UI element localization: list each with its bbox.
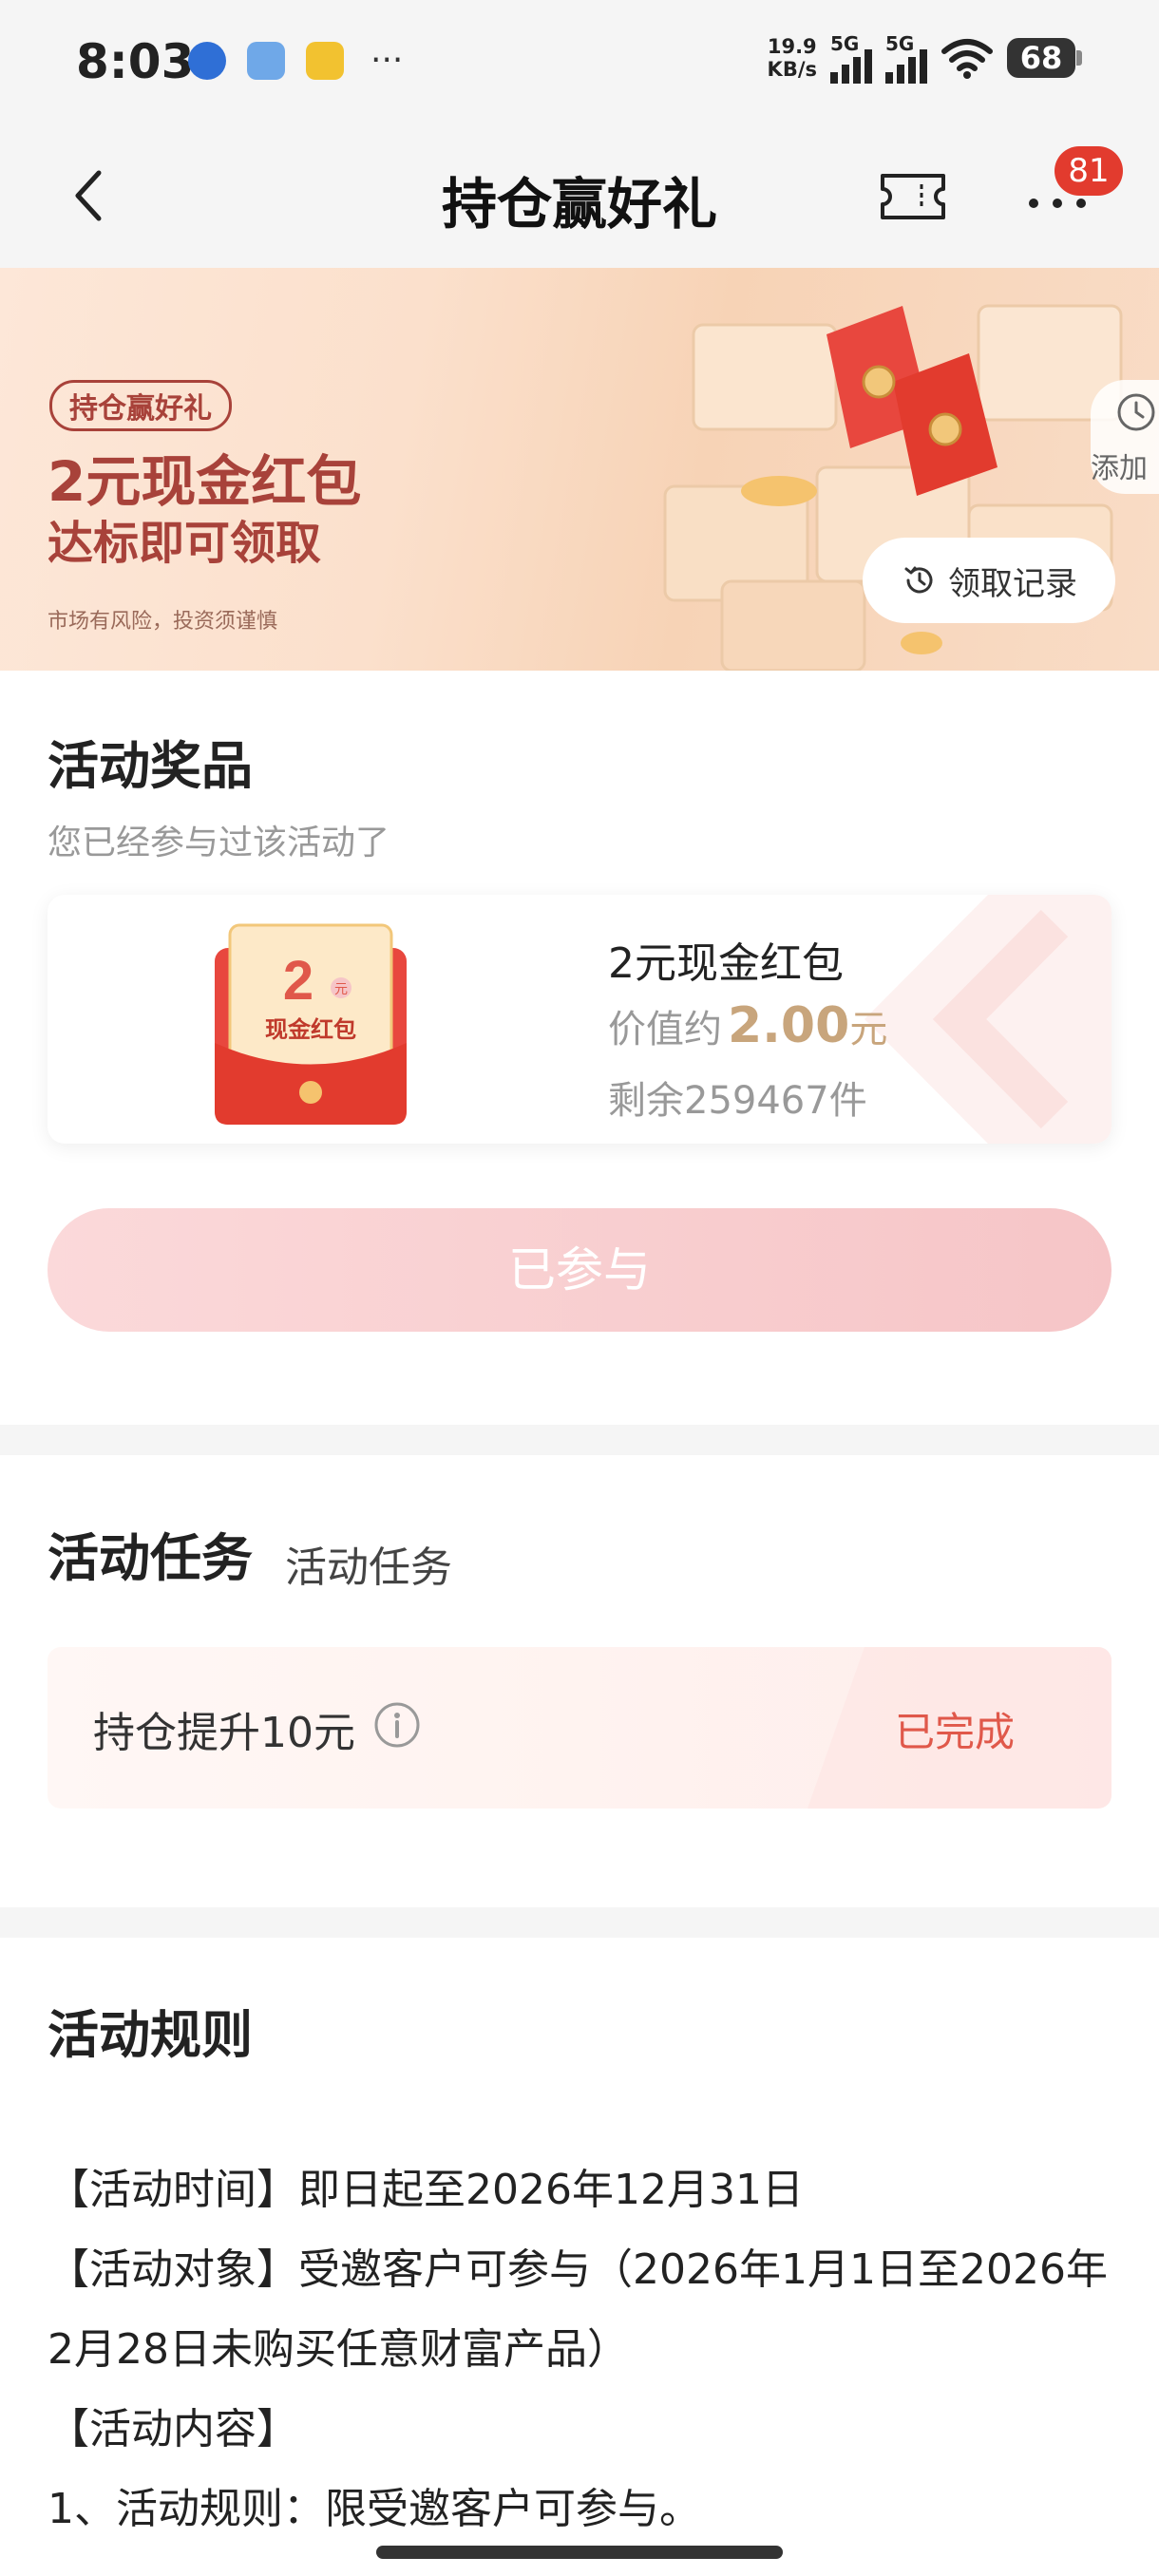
wifi-icon — [941, 39, 993, 79]
status-indicators: 19.9 KB/s 5G 5G 68 — [768, 32, 1082, 84]
prize-name: 2元现金红包 — [608, 939, 844, 988]
notification-icons: ··· — [188, 42, 403, 80]
joined-button[interactable]: 已参与 — [48, 1208, 1112, 1332]
rule-line: 1、活动规则：限受邀客户可参与。 — [48, 2485, 701, 2533]
status-bar: 8:03 ··· 19.9 KB/s 5G 5G 68 — [0, 0, 1159, 123]
task-status: 已完成 — [894, 1709, 1015, 1755]
battery-indicator: 68 — [1007, 38, 1082, 78]
section-divider — [0, 1425, 1159, 1455]
prize-value-unit: 元 — [849, 1008, 888, 1051]
history-icon — [904, 566, 933, 594]
add-icon — [1117, 393, 1155, 431]
page-title: 持仓赢好礼 — [441, 172, 717, 237]
envelope-amount: 2 — [283, 950, 314, 1012]
task-item: 持仓提升10元 已完成 — [48, 1647, 1112, 1809]
signal-2-icon: 5G — [885, 32, 927, 84]
rule-line: 【活动内容】 — [48, 2405, 298, 2453]
claim-record-label: 领取记录 — [948, 564, 1077, 603]
envelope-text: 现金红包 — [265, 1016, 356, 1043]
prize-subtitle: 您已经参与过该活动了 — [48, 824, 390, 862]
claim-record-button[interactable]: 领取记录 — [863, 538, 1115, 623]
task-section-title: 活动任务 — [48, 1528, 253, 1588]
home-indicator[interactable] — [376, 2546, 783, 2559]
nav-bar: 持仓赢好礼 81 — [0, 123, 1159, 268]
network-speed-unit: KB/s — [767, 58, 817, 81]
task-section-subtitle: 活动任务 — [285, 1544, 452, 1592]
info-icon[interactable] — [372, 1700, 422, 1750]
risk-disclaimer: 市场有风险，投资须谨慎 — [48, 610, 278, 634]
signal-2-label: 5G — [885, 32, 915, 55]
rules-content: 【活动时间】即日起至2026年12月31日 【活动对象】受邀客户可参与（2026… — [48, 2150, 1121, 2549]
rule-line: 【活动时间】即日起至2026年12月31日 — [48, 2166, 804, 2214]
promo-banner: 持仓赢好礼 2元现金红包 达标即可领取 市场有风险，投资须谨慎 添加 领取记录 — [0, 268, 1159, 671]
signal-1-icon: 5G — [830, 32, 872, 84]
rules-section-title: 活动规则 — [48, 2005, 253, 2065]
banner-tag: 持仓赢好礼 — [49, 380, 232, 431]
app-notification-icon — [188, 42, 226, 80]
banner-subheadline: 达标即可领取 — [48, 517, 322, 570]
more-notifications: ··· — [370, 41, 404, 80]
prize-value-prefix: 价值约 — [608, 1008, 722, 1051]
ticket-icon[interactable] — [880, 173, 946, 220]
network-speed-value: 19.9 — [767, 35, 817, 58]
fish-app-notification-icon — [306, 42, 344, 80]
network-speed: 19.9 KB/s — [768, 35, 817, 81]
red-envelope-icon: 2 元 现金红包 — [215, 923, 407, 1125]
task-label: 持仓提升10元 — [93, 1709, 355, 1757]
add-shortcut-tab[interactable]: 添加 — [1091, 380, 1159, 494]
section-divider — [0, 1907, 1159, 1938]
message-count-badge: 81 — [1054, 146, 1123, 196]
gallery-notification-icon — [247, 42, 285, 80]
prize-value: 价值约 2.00 元 — [608, 997, 887, 1054]
prize-card: 2 元 现金红包 2元现金红包 价值约 2.00 元 剩余259467件 — [48, 895, 1112, 1144]
prize-stock: 剩余259467件 — [608, 1079, 867, 1123]
status-time: 8:03 — [76, 34, 195, 89]
rule-line: 【活动对象】受邀客户可参与（2026年1月1日至2026年2月28日未购买任意财… — [48, 2245, 1108, 2374]
envelope-unit: 元 — [334, 981, 348, 996]
signal-1-label: 5G — [830, 32, 860, 55]
add-label: 添加 — [1091, 452, 1148, 485]
prize-section-title: 活动奖品 — [48, 736, 253, 796]
prize-value-amount: 2.00 — [728, 997, 850, 1054]
